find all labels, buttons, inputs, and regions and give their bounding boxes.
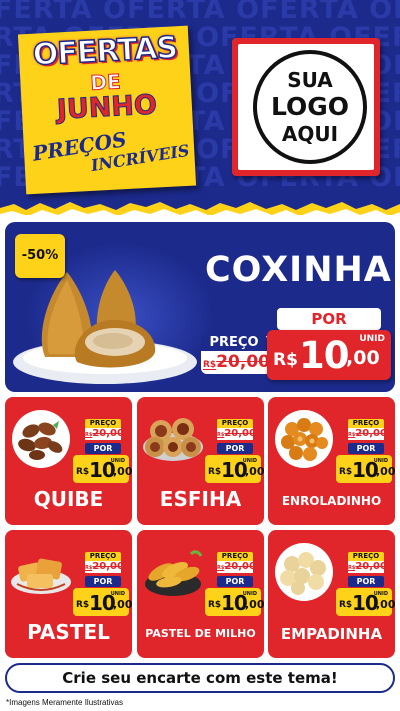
por-label: POR (217, 576, 253, 587)
pastel-de-milho-image (145, 550, 203, 596)
product-name: QUIBE (33, 487, 104, 511)
promo-sticker: OFERTAS DE JUNHO PREÇOS INCRÍVEIS (17, 25, 197, 195)
logo-inner: SUA LOGO AQUI (238, 44, 374, 170)
esfiha-image (143, 418, 203, 461)
pastel-image (11, 558, 71, 594)
old-price: R$20,00 (348, 428, 387, 440)
hero-unit: UNID (359, 334, 385, 344)
logo-circle: SUA LOGO AQUI (253, 50, 367, 164)
old-price-label: PREÇO (85, 552, 121, 561)
hero-old-price-tag: PREÇO R$20,00 (201, 335, 270, 374)
coxinha-image (13, 270, 197, 384)
por-label: POR (85, 443, 121, 454)
product-name: ENROLADINHO (281, 494, 382, 508)
por-label: POR (85, 576, 121, 587)
logo-line2: LOGO (270, 92, 350, 121)
product-name: PASTEL DE MILHO (145, 627, 256, 640)
product-name: EMPADINHA (280, 625, 383, 643)
por-label: POR (348, 443, 384, 454)
old-price: R$20,00 (217, 561, 256, 573)
old-price: R$20,00 (85, 428, 124, 440)
price-tag: R$ 10 ,00 UNID (205, 455, 264, 483)
product-card-esfiha[interactable]: PREÇO R$20,00 POR R$ 10 ,00 UNID ESFIHA (137, 397, 264, 525)
hero-price-tag: R$ 10 ,00 UNID (267, 330, 391, 380)
price-tag: R$ 10 ,00 UNID (205, 588, 264, 616)
torn-paper-edge (0, 202, 400, 215)
logo-line3: AQUI (281, 122, 339, 146)
product-card-pastel-de-milho[interactable]: PREÇO R$20,00 POR R$ 10 ,00 UNID PASTEL … (137, 530, 264, 658)
product-card-empadinha[interactable]: PREÇO R$20,00 POR R$ 10 ,00 UNID EMPADIN… (268, 530, 395, 658)
quibe-image (12, 410, 70, 468)
hero-price-dec: ,00 (346, 347, 380, 369)
create-flyer-button[interactable]: Crie seu encarte com este tema! (5, 663, 395, 693)
old-price: R$20,00 (348, 561, 387, 573)
hero-old-label: PREÇO (201, 335, 267, 351)
product-name: ESFIHA (159, 487, 242, 511)
discount-badge: -50% (15, 234, 65, 278)
price-tag: R$ 10 ,00 UNID (336, 588, 395, 616)
price-tag: R$ 10 ,00 UNID (73, 588, 132, 616)
logo-line1: SUA (287, 68, 333, 92)
product-name: PASTEL (27, 620, 110, 644)
logo-placeholder[interactable]: SUA LOGO AQUI (232, 38, 380, 176)
price-tag: R$ 10 ,00 UNID (336, 455, 395, 483)
disclaimer-text: *Imagens Meramente Ilustrativas (6, 698, 123, 707)
old-price: R$20,00 (217, 428, 256, 440)
price-tag: R$ 10 ,00 UNID (73, 455, 132, 483)
hero-currency: R$ (273, 350, 298, 370)
product-card-enroladinho[interactable]: PREÇO R$20,00 POR R$ 10 ,00 UNID ENROLAD… (268, 397, 395, 525)
enroladinho-image (275, 410, 333, 468)
hero-por-label: POR (277, 308, 381, 330)
old-price-label: PREÇO (348, 419, 384, 428)
empadinha-image (275, 543, 333, 601)
product-card-quibe[interactable]: PREÇO R$20,00 POR R$ 10 ,00 UNID QUIBE (5, 397, 132, 525)
por-label: POR (348, 576, 384, 587)
hero-price-int: 10 (299, 334, 349, 377)
old-price: R$20,00 (85, 561, 124, 573)
old-price-label: PREÇO (348, 552, 384, 561)
product-card-pastel[interactable]: PREÇO R$20,00 POR R$ 10 ,00 UNID PASTEL (5, 530, 132, 658)
old-price-label: PREÇO (217, 419, 253, 428)
por-label: POR (217, 443, 253, 454)
hero-product-name: COXINHA (205, 250, 392, 290)
hero-old-price: R$20,00 (203, 352, 270, 372)
old-price-label: PREÇO (85, 419, 121, 428)
hero-offer-card[interactable]: -50% COXINHA PREÇO R$20,00 POR R$ 10 ,00… (5, 222, 395, 392)
old-price-label: PREÇO (217, 552, 253, 561)
header-banner: OFERTA OFERTA OFERTA OFERTA OFERTA OFERT… (0, 0, 400, 215)
